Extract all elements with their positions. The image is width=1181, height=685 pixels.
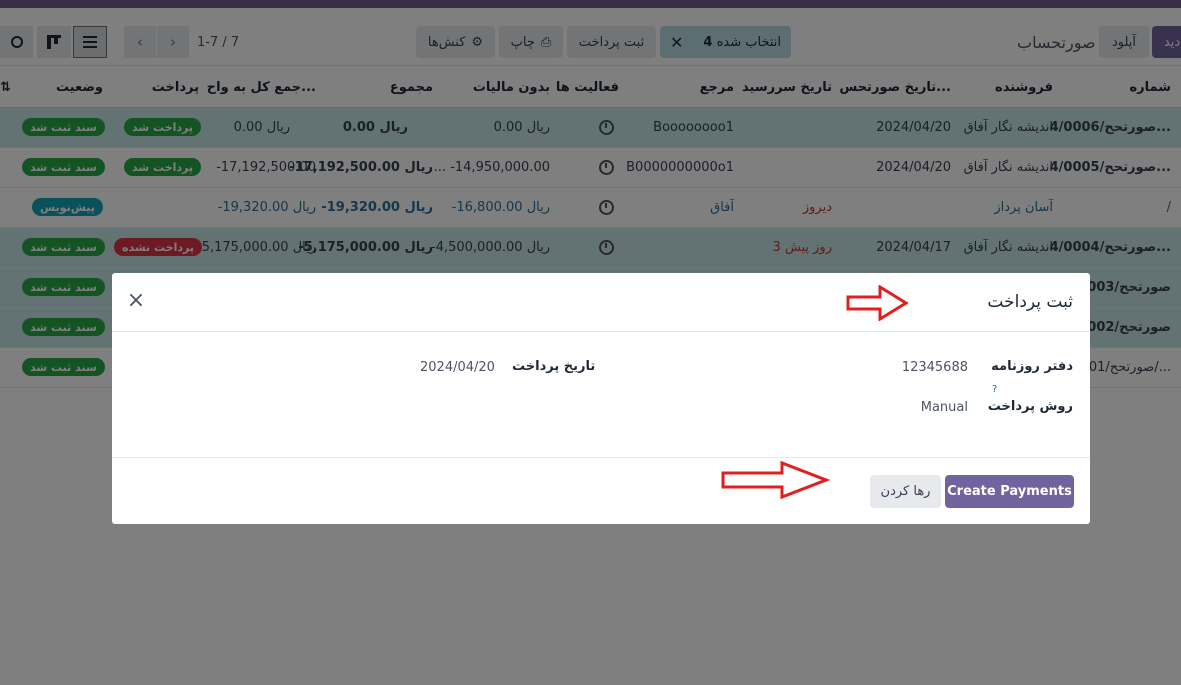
dialog-title: ثبت پرداخت bbox=[987, 292, 1073, 312]
red-arrow-icon bbox=[846, 285, 908, 321]
close-icon[interactable]: × bbox=[126, 290, 146, 312]
red-arrow-icon bbox=[721, 460, 830, 500]
payment-date-field[interactable]: 2024/04/20 bbox=[420, 360, 495, 375]
journal-label: دفتر روزنامه bbox=[991, 359, 1073, 374]
payment-method-label: روش پرداخت bbox=[987, 399, 1073, 414]
dialog-body: دفتر روزنامه 12345688 روش پرداخت ? Manua… bbox=[112, 332, 1090, 458]
discard-button[interactable]: رها کردن bbox=[870, 475, 941, 508]
payment-method-field[interactable]: Manual bbox=[921, 400, 968, 415]
journal-field[interactable]: 12345688 bbox=[902, 360, 968, 375]
dialog-footer: Create Payments رها کردن bbox=[112, 458, 1090, 524]
create-payments-button[interactable]: Create Payments bbox=[945, 475, 1074, 508]
register-payment-dialog: ثبت پرداخت × دفتر روزنامه 12345688 روش پ… bbox=[112, 273, 1090, 524]
help-icon[interactable]: ? bbox=[992, 384, 997, 395]
dialog-header: ثبت پرداخت × bbox=[112, 273, 1090, 332]
payment-date-label: تاریخ پرداخت bbox=[512, 359, 596, 374]
